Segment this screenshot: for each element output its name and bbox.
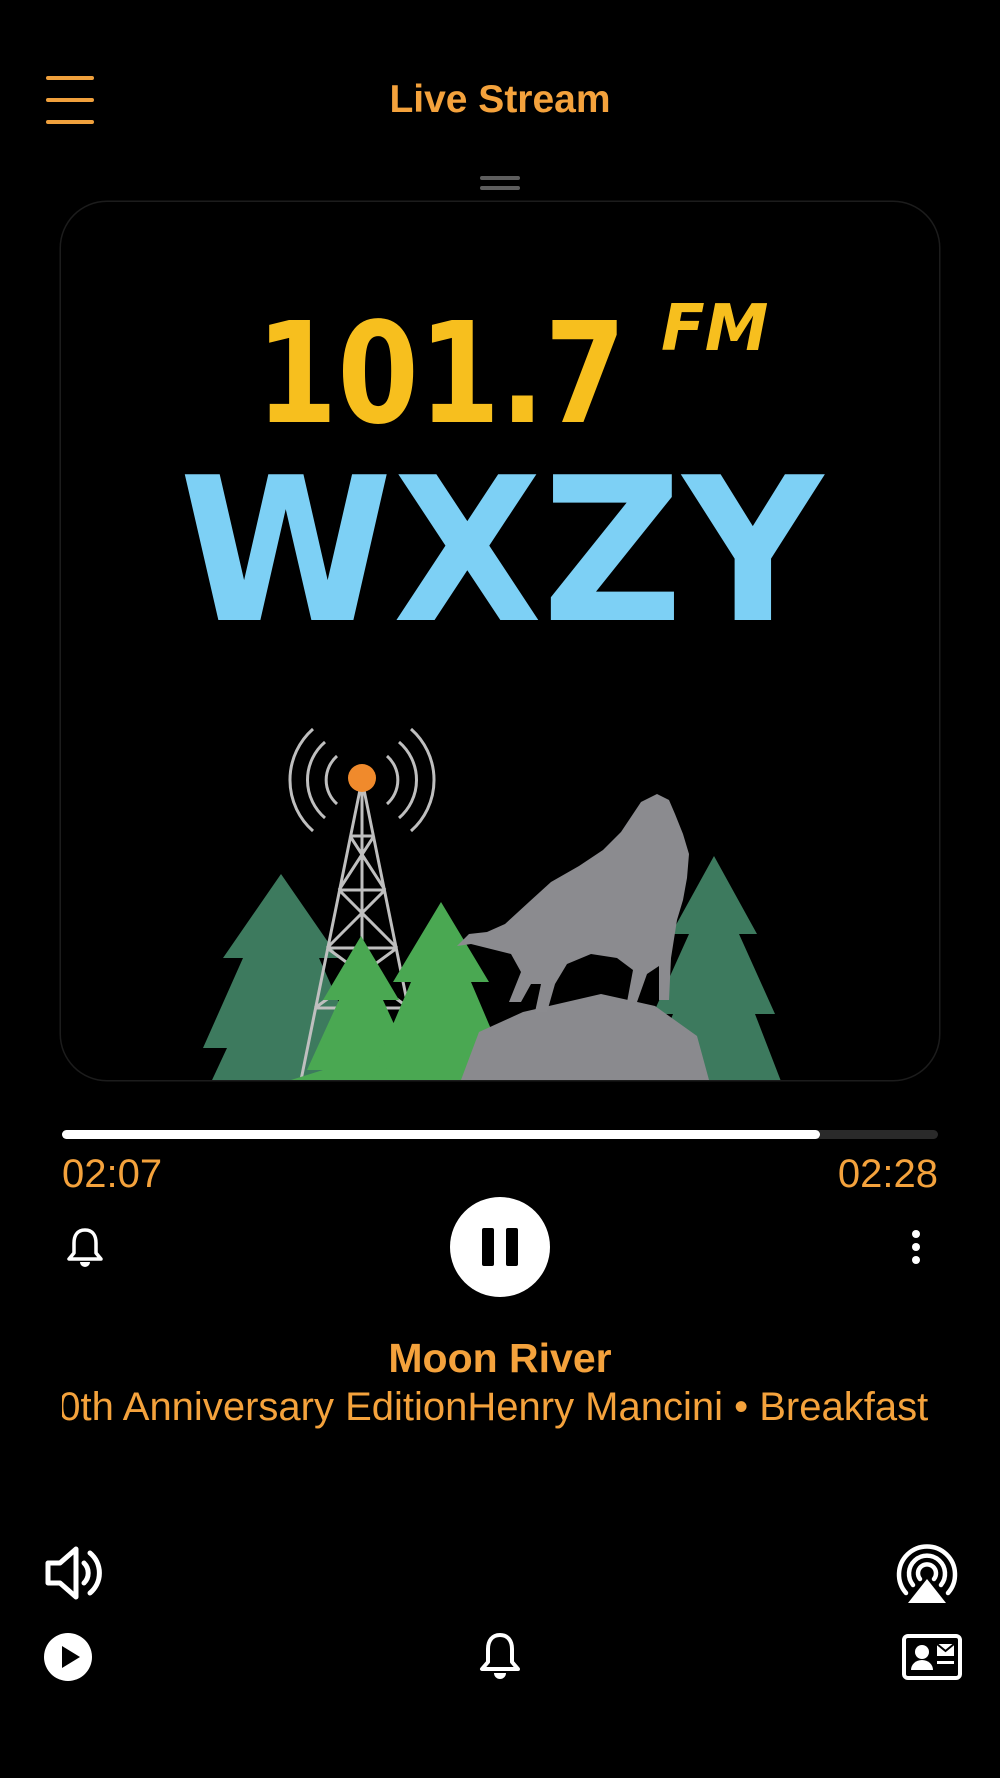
playback-progress-bar[interactable] xyxy=(62,1130,938,1139)
station-call-sign: WXZY xyxy=(179,435,825,668)
speaker-icon xyxy=(45,1546,102,1600)
drag-handle[interactable] xyxy=(480,176,520,192)
song-title: Moon River xyxy=(388,1335,612,1381)
contact-card-icon xyxy=(902,1634,962,1680)
bell-icon xyxy=(67,1228,103,1267)
track-details: 50th Anniversary EditionHenry Mancini • … xyxy=(62,1385,938,1429)
station-frequency: 101.7 xyxy=(256,293,626,456)
bell-icon xyxy=(480,1633,520,1679)
elapsed-time: 02:07 xyxy=(62,1152,163,1196)
pause-button[interactable] xyxy=(450,1197,550,1297)
more-options-button[interactable] xyxy=(906,1228,926,1268)
airplay-button[interactable] xyxy=(896,1543,958,1605)
player-screen: Live Stream 101.7 FM WXZY 02:07 02:28 Mo… xyxy=(0,0,1000,1778)
volume-button[interactable] xyxy=(44,1543,106,1603)
page-title: Live Stream xyxy=(389,78,611,121)
station-logo: 101.7 FM WXZY xyxy=(179,292,825,1080)
album-artwork: 101.7 FM WXZY xyxy=(61,202,939,1080)
tower-beacon xyxy=(348,764,376,792)
progress-fill xyxy=(62,1130,820,1139)
remaining-time: 02:28 xyxy=(837,1152,938,1196)
contact-button[interactable] xyxy=(902,1634,962,1680)
play-circle-icon xyxy=(44,1633,92,1681)
notifications-button[interactable] xyxy=(478,1632,522,1682)
more-vertical-icon xyxy=(912,1230,920,1264)
alert-button[interactable] xyxy=(64,1226,106,1268)
station-band: FM xyxy=(661,292,768,366)
play-stream-button[interactable] xyxy=(43,1632,93,1682)
track-details-marquee: 50th Anniversary EditionHenry Mancini • … xyxy=(62,1385,938,1441)
wolf xyxy=(457,794,689,1012)
airplay-icon xyxy=(896,1544,958,1603)
